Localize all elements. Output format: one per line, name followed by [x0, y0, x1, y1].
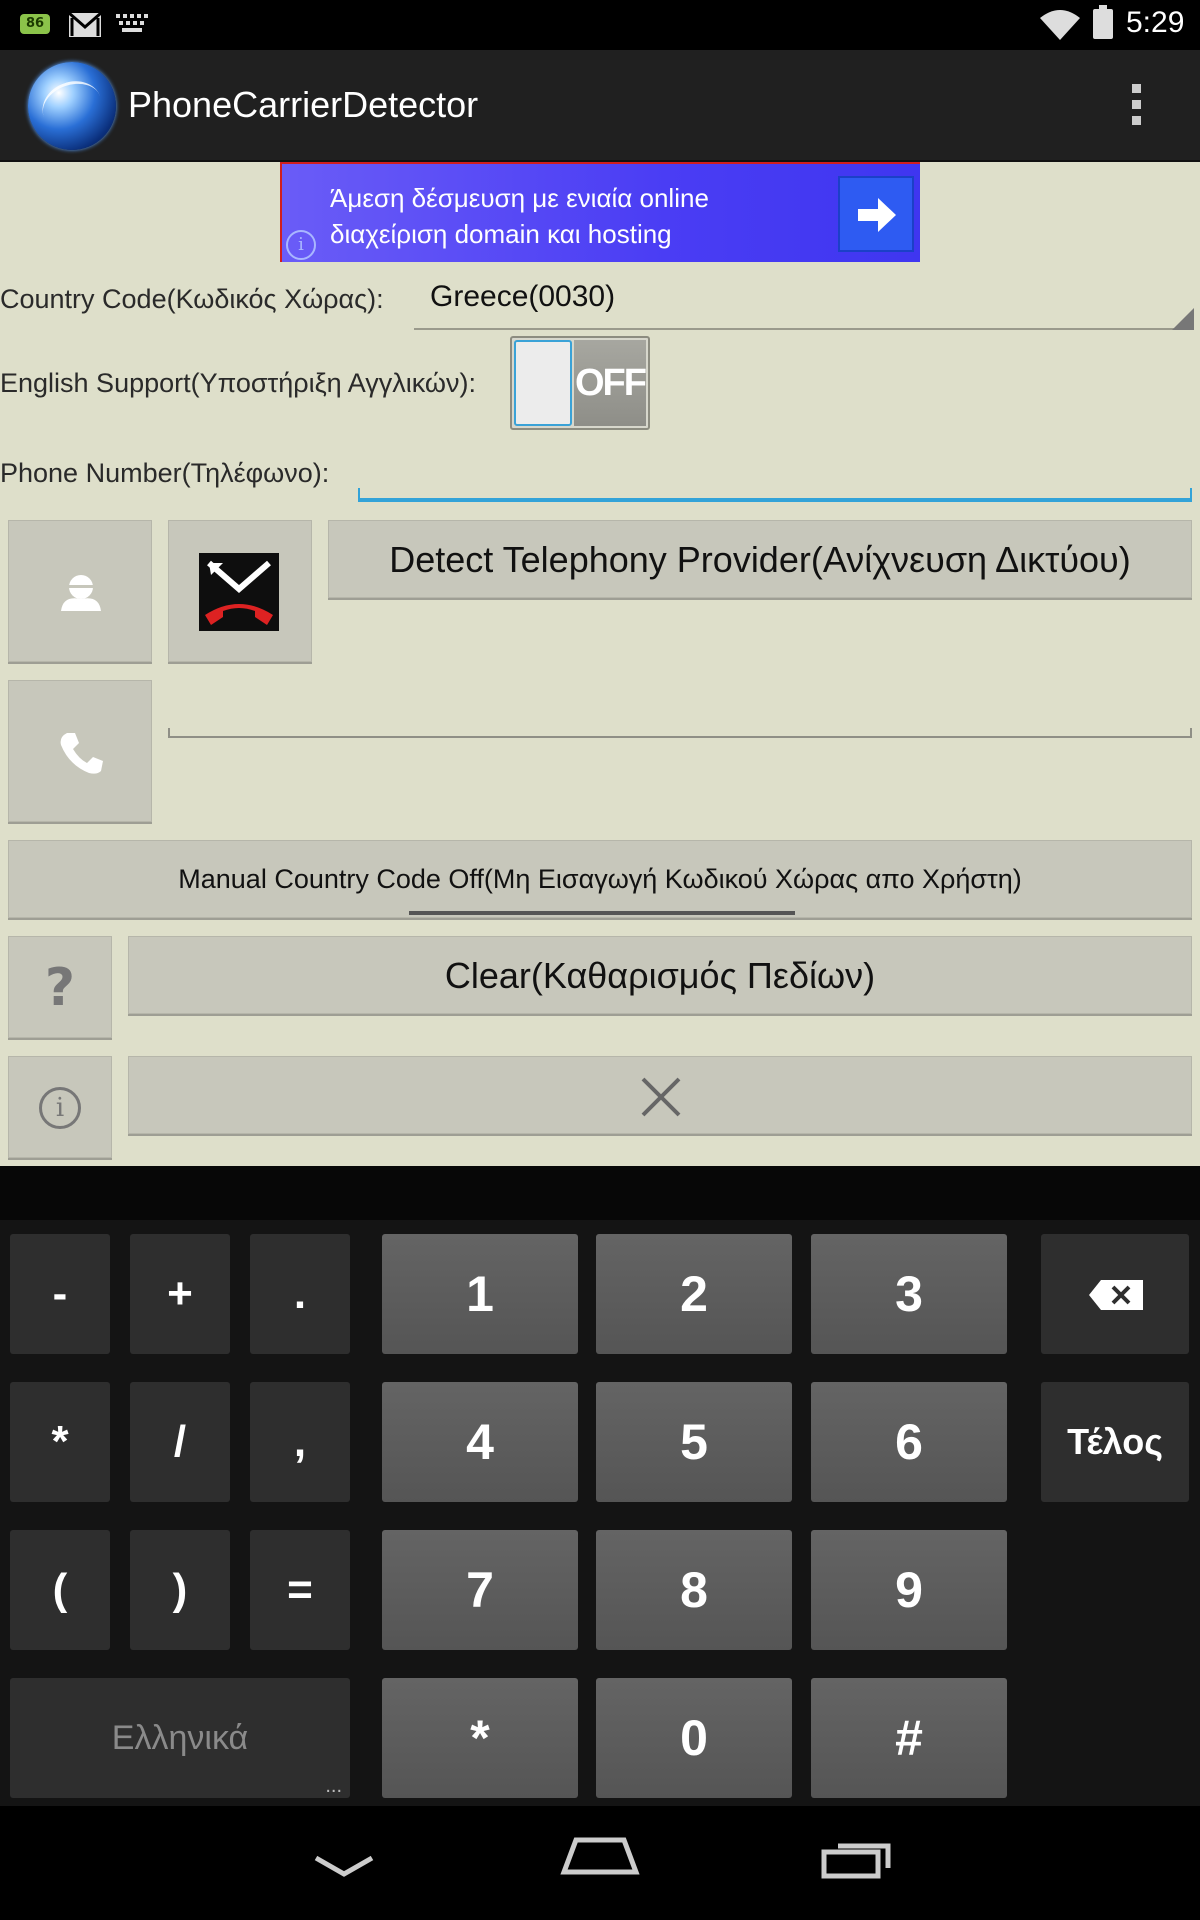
backspace-key[interactable]: [1041, 1234, 1189, 1354]
manual-country-code-toggle-button[interactable]: Manual Country Code Off(Μη Εισαγωγή Κωδι…: [8, 840, 1192, 918]
status-bar: 86 5:29: [0, 0, 1200, 50]
key-2[interactable]: 2: [596, 1234, 792, 1354]
backspace-icon: [1089, 1280, 1143, 1310]
numeric-keyboard: - + . 1 2 3 * / , 4 5 6 Τέλος ( ) = 7 8 …: [0, 1166, 1200, 1806]
key-asterisk[interactable]: *: [10, 1382, 110, 1502]
key-comma[interactable]: ,: [250, 1382, 350, 1502]
key-0[interactable]: 0: [596, 1678, 792, 1798]
close-ad-button[interactable]: [128, 1056, 1192, 1134]
key-9[interactable]: 9: [811, 1530, 1007, 1650]
back-icon[interactable]: [314, 1854, 374, 1878]
keyboard-icon: [116, 14, 148, 38]
ad-text: Άμεση δέσμευση με ενιαία online διαχείρι…: [330, 180, 830, 252]
key-close-paren[interactable]: ): [130, 1530, 230, 1650]
result-field[interactable]: [168, 728, 1192, 738]
phone-number-input[interactable]: [358, 452, 1192, 496]
ad-arrow-button[interactable]: [838, 176, 914, 252]
language-key-label: Ελληνικά: [111, 1719, 249, 1757]
key-slash[interactable]: /: [130, 1382, 230, 1502]
key-1[interactable]: 1: [382, 1234, 578, 1354]
english-support-toggle[interactable]: OFF: [510, 336, 650, 430]
ad-text-line2: διαχείριση domain και hosting: [330, 219, 672, 249]
ad-text-line1: Άμεση δέσμευση με ενιαία online: [330, 183, 709, 213]
main-content: Άμεση δέσμευση με ενιαία online διαχείρι…: [0, 162, 1200, 1166]
ad-banner[interactable]: Άμεση δέσμευση με ενιαία online διαχείρι…: [280, 162, 920, 262]
key-7[interactable]: 7: [382, 1530, 578, 1650]
manual-country-code-label: Manual Country Code Off(Μη Εισαγωγή Κωδι…: [178, 864, 1022, 894]
toggle-state-label: OFF: [574, 340, 647, 426]
overflow-dot: [1131, 100, 1141, 109]
country-code-value: Greece(0030): [430, 280, 616, 313]
call-button[interactable]: [8, 680, 152, 822]
help-button[interactable]: ?: [8, 936, 112, 1038]
toggle-indicator-bar: [409, 911, 795, 915]
key-3[interactable]: 3: [811, 1234, 1007, 1354]
pick-contact-button[interactable]: [8, 520, 152, 662]
home-icon[interactable]: [560, 1836, 640, 1876]
key-4[interactable]: 4: [382, 1382, 578, 1502]
recents-icon[interactable]: [820, 1836, 894, 1880]
gmail-icon: [68, 11, 102, 42]
detect-provider-button[interactable]: Detect Telephony Provider(Ανίχνευση Δικτ…: [328, 520, 1192, 598]
phone-number-underline: [358, 488, 1192, 502]
call-log-button[interactable]: [168, 520, 312, 662]
key-8[interactable]: 8: [596, 1530, 792, 1650]
end-call-icon: [199, 553, 279, 631]
country-code-label: Country Code(Κωδικός Χώρας):: [0, 284, 384, 314]
dropdown-triangle-icon: [1172, 308, 1194, 330]
key-minus[interactable]: -: [10, 1234, 110, 1354]
wifi-icon: [1040, 8, 1080, 46]
key-plus[interactable]: +: [130, 1234, 230, 1354]
navigation-bar: [0, 1806, 1200, 1920]
key-5[interactable]: 5: [596, 1382, 792, 1502]
app-title: PhoneCarrierDetector: [128, 84, 479, 125]
toggle-thumb: [514, 340, 572, 426]
info-icon: i: [39, 1087, 81, 1129]
key-open-paren[interactable]: (: [10, 1530, 110, 1650]
key-equals[interactable]: =: [250, 1530, 350, 1650]
clear-button[interactable]: Clear(Καθαρισμός Πεδίων): [128, 936, 1192, 1014]
ad-info-icon[interactable]: i: [286, 230, 316, 260]
key-star[interactable]: *: [382, 1678, 578, 1798]
key-6[interactable]: 6: [811, 1382, 1007, 1502]
action-bar: PhoneCarrierDetector: [0, 50, 1200, 162]
key-hash[interactable]: #: [811, 1678, 1007, 1798]
phone-icon: [60, 733, 103, 774]
info-button[interactable]: i: [8, 1056, 112, 1158]
phone-number-label: Phone Number(Τηλέφωνο):: [0, 458, 330, 488]
close-icon: [641, 1077, 681, 1117]
app-logo-globe-icon: [28, 62, 116, 150]
battery-icon: [1093, 5, 1113, 39]
contact-icon: [61, 575, 101, 611]
overflow-dot: [1131, 84, 1141, 93]
key-period[interactable]: .: [250, 1234, 350, 1354]
english-support-label: English Support(Υποστήριξη Αγγλικών):: [0, 368, 476, 398]
battery-level-badge: 86: [20, 14, 50, 34]
clock: 5:29: [1126, 6, 1185, 39]
done-key[interactable]: Τέλος: [1041, 1382, 1189, 1502]
overflow-dot: [1131, 116, 1141, 125]
country-code-spinner[interactable]: Greece(0030): [414, 274, 1194, 330]
language-key[interactable]: Ελληνικά ...: [10, 1678, 350, 1798]
arrow-right-icon: [858, 198, 896, 232]
overflow-menu-button[interactable]: [1122, 84, 1150, 134]
